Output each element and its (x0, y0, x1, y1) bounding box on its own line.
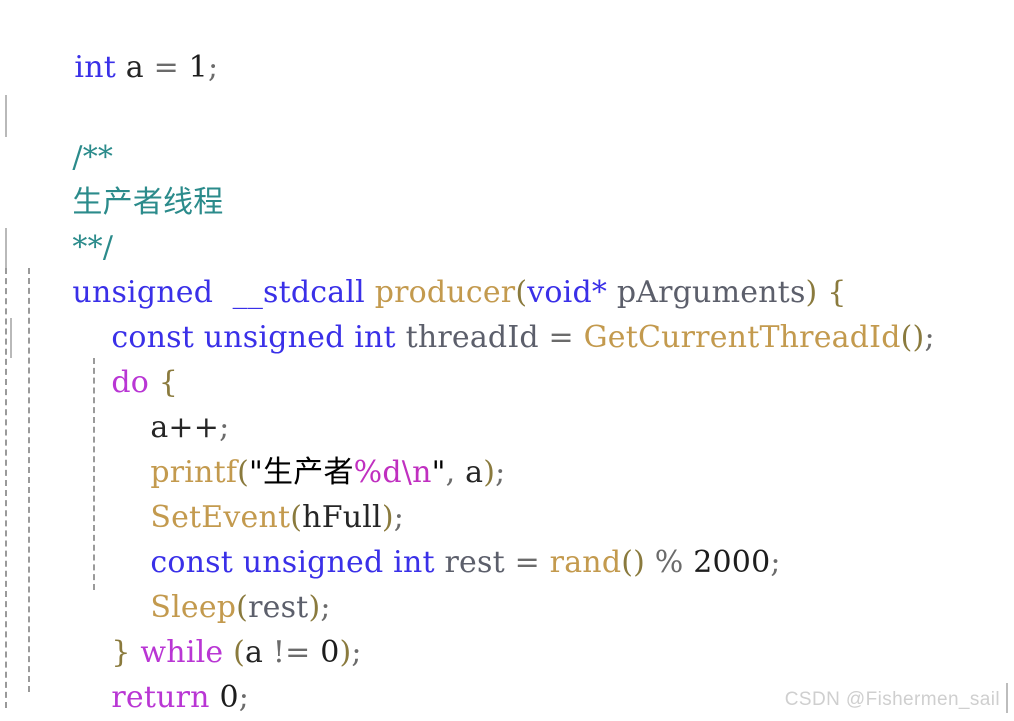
code-line-5[interactable]: **/ (0, 180, 1014, 265)
code-editor-screenshot: int a = 1; /** 生产者线程 **/ unsigned __stdc… (0, 0, 1014, 721)
code-line-15[interactable]: return 0; (0, 630, 1014, 715)
code-line-14[interactable]: } while (a != 0); (0, 585, 1014, 670)
code-line-11[interactable]: SetEvent(hFull); (0, 450, 1014, 535)
text-caret (1006, 683, 1008, 713)
code-line-13[interactable]: Sleep(rest); (0, 540, 1014, 625)
code-line-8[interactable]: do { (0, 315, 1014, 400)
code-line-6[interactable]: unsigned __stdcall producer(void* pArgum… (0, 225, 1014, 310)
code-line-4[interactable]: 生产者线程 (0, 135, 1014, 220)
code-line-2-blank[interactable] (0, 45, 1014, 90)
code-line-7[interactable]: const unsigned int threadId = GetCurrent… (0, 270, 1014, 355)
code-line-10[interactable]: printf("生产者%d\n", a); (0, 405, 1014, 490)
code-surface[interactable]: int a = 1; /** 生产者线程 **/ unsigned __stdc… (0, 0, 1014, 721)
code-line-1[interactable]: int a = 1; (0, 0, 1014, 85)
code-line-3[interactable]: /** (0, 90, 1014, 175)
code-line-12[interactable]: const unsigned int rest = rand() % 2000; (0, 495, 1014, 580)
code-line-9[interactable]: a++; (0, 360, 1014, 445)
csdn-watermark: CSDN @Fishermen_sail (784, 689, 1000, 710)
